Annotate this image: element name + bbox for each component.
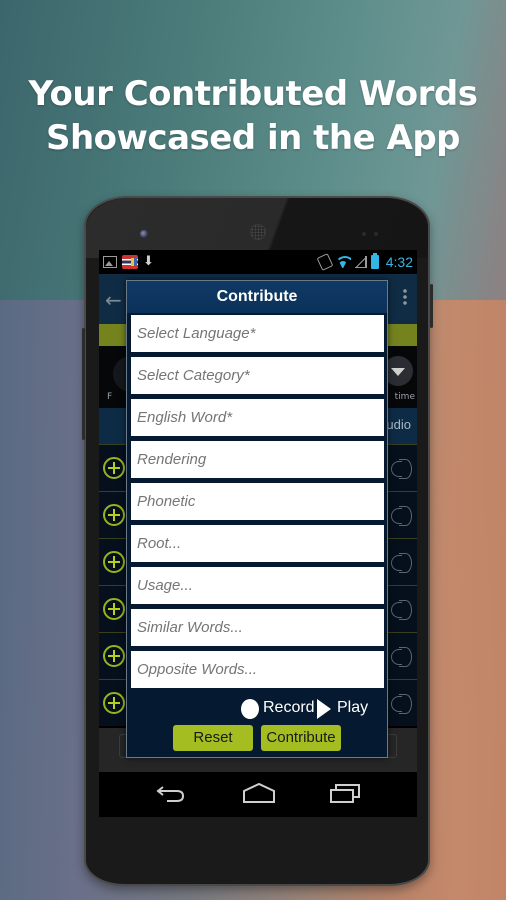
download-icon: ⬇ bbox=[143, 254, 154, 269]
back-icon[interactable] bbox=[155, 784, 185, 804]
speaker-icon[interactable] bbox=[391, 504, 412, 526]
speaker-icon[interactable] bbox=[391, 598, 412, 620]
select-language-field[interactable] bbox=[131, 315, 384, 352]
contribute-button[interactable]: Contribute bbox=[261, 725, 341, 751]
add-circle-icon[interactable] bbox=[103, 457, 125, 479]
english-word-field[interactable] bbox=[131, 399, 384, 436]
home-icon[interactable] bbox=[242, 782, 276, 804]
sensor-icon bbox=[374, 232, 378, 236]
speaker-icon[interactable] bbox=[391, 692, 412, 714]
record-button[interactable]: Record bbox=[263, 699, 315, 717]
rotate-icon bbox=[316, 253, 334, 271]
record-icon[interactable] bbox=[241, 699, 259, 719]
opposite-words-field[interactable] bbox=[131, 651, 384, 688]
speaker-icon[interactable] bbox=[391, 551, 412, 573]
add-circle-icon[interactable] bbox=[103, 645, 125, 667]
system-nav-bar bbox=[99, 772, 417, 817]
headline-line-2: Showcased in the App bbox=[45, 118, 461, 158]
root-field[interactable] bbox=[131, 525, 384, 562]
speaker-icon[interactable] bbox=[391, 457, 412, 479]
battery-icon bbox=[370, 253, 379, 269]
earpiece-speaker-icon bbox=[250, 224, 266, 240]
usage-field[interactable] bbox=[131, 567, 384, 604]
power-button[interactable] bbox=[430, 284, 433, 328]
rendering-field[interactable] bbox=[131, 441, 384, 478]
reset-button[interactable]: Reset bbox=[173, 725, 253, 751]
wifi-icon bbox=[334, 256, 351, 268]
phonetic-field[interactable] bbox=[131, 483, 384, 520]
recent-apps-icon[interactable] bbox=[329, 782, 361, 804]
filter-left-label: F bbox=[107, 392, 113, 402]
back-arrow-icon[interactable]: ← bbox=[105, 288, 122, 312]
sensor-icon bbox=[362, 232, 366, 236]
add-circle-icon[interactable] bbox=[103, 598, 125, 620]
headline-line-1: Your Contributed Words bbox=[28, 74, 478, 114]
contribute-dialog: Contribute Record Play Reset Contribute bbox=[126, 280, 388, 758]
volume-button[interactable] bbox=[82, 328, 85, 440]
play-button[interactable]: Play bbox=[337, 699, 368, 717]
similar-words-field[interactable] bbox=[131, 609, 384, 646]
add-circle-icon[interactable] bbox=[103, 504, 125, 526]
add-circle-icon[interactable] bbox=[103, 692, 125, 714]
play-icon[interactable] bbox=[317, 699, 331, 719]
add-circle-icon[interactable] bbox=[103, 551, 125, 573]
audio-controls: Record Play bbox=[127, 697, 387, 721]
header-audio-label: udio bbox=[386, 417, 411, 432]
status-clock: 4:32 bbox=[385, 254, 413, 270]
signal-icon bbox=[354, 256, 367, 268]
select-category-field[interactable] bbox=[131, 357, 384, 394]
gallery-icon bbox=[103, 256, 117, 268]
status-bar: ⬇ 4:32 bbox=[99, 250, 417, 274]
front-camera-icon bbox=[140, 230, 148, 238]
headline: Your Contributed Words Showcased in the … bbox=[0, 72, 506, 160]
filter-right-label: time bbox=[394, 392, 415, 402]
flag-icon bbox=[122, 255, 138, 269]
dialog-title: Contribute bbox=[127, 281, 387, 313]
speaker-icon[interactable] bbox=[391, 645, 412, 667]
overflow-menu-icon[interactable] bbox=[403, 288, 407, 306]
